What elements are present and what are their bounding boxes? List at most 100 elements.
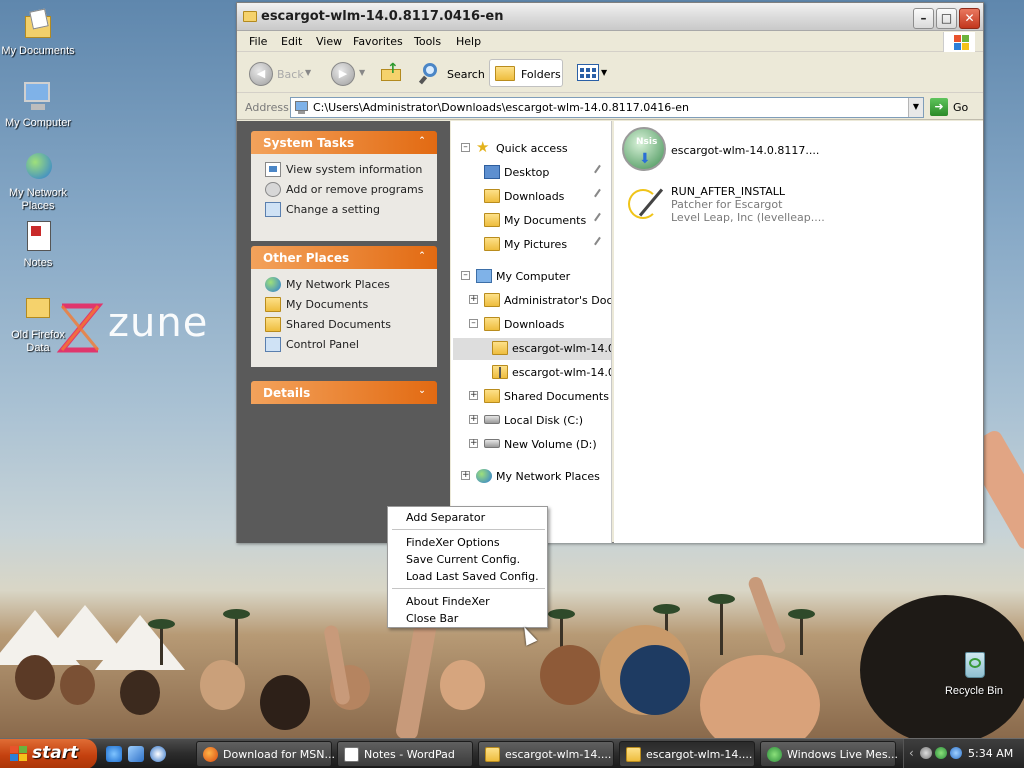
- tray-expand-icon[interactable]: ‹: [909, 746, 914, 760]
- desktop-icon-notes[interactable]: Notes: [0, 220, 78, 270]
- menu-item-findexer-options[interactable]: FindeXer Options: [406, 536, 500, 549]
- menu-favorites[interactable]: Favorites: [353, 35, 403, 48]
- task-view-system-information[interactable]: View system information: [265, 160, 429, 180]
- internet-explorer-icon[interactable]: [106, 746, 122, 762]
- expand-toggle-icon[interactable]: +: [469, 295, 478, 304]
- address-field[interactable]: C:\Users\Administrator\Downloads\escargo…: [290, 97, 924, 118]
- minimize-button[interactable]: –: [913, 8, 934, 29]
- folder-tree[interactable]: – ★ Quick access Desktop Downloads My Do…: [451, 121, 612, 543]
- place-shared-documents[interactable]: Shared Documents: [265, 315, 429, 335]
- zune-logo: zune: [56, 300, 226, 360]
- desktop-icon-old-firefox-data[interactable]: Old Firefox Data: [0, 292, 78, 355]
- address-dropdown-icon[interactable]: ▼: [908, 98, 923, 117]
- forward-button[interactable]: ▶ ▼: [329, 59, 369, 87]
- tree-item-my-documents[interactable]: My Documents: [451, 210, 611, 232]
- folder-icon: [626, 747, 641, 762]
- tree-item-escargot-folder-selected[interactable]: escargot-wlm-14.0.8: [453, 338, 611, 360]
- collapse-toggle-icon[interactable]: –: [469, 319, 478, 328]
- expand-chevron-icon[interactable]: ⌄: [415, 385, 429, 399]
- expand-toggle-icon[interactable]: +: [461, 471, 470, 480]
- address-label: Address: [245, 101, 289, 114]
- menu-file[interactable]: File: [249, 35, 267, 48]
- tree-item-new-volume-d[interactable]: + New Volume (D:): [451, 434, 611, 456]
- folder-open-icon: [484, 317, 500, 331]
- desktop-icon-my-computer[interactable]: My Computer: [0, 80, 78, 130]
- network-tray-icon[interactable]: [950, 747, 962, 759]
- desktop-icon-my-documents[interactable]: My Documents: [0, 8, 78, 58]
- task-change-setting[interactable]: Change a setting: [265, 200, 429, 220]
- place-my-documents[interactable]: My Documents: [265, 295, 429, 315]
- tree-item-shared-documents[interactable]: + Shared Documents: [451, 386, 611, 408]
- search-button[interactable]: Search: [417, 59, 485, 87]
- maximize-button[interactable]: □: [936, 8, 957, 29]
- search-icon: [418, 62, 441, 85]
- collapse-chevron-icon[interactable]: ⌃: [415, 250, 429, 264]
- menu-item-about-findexer[interactable]: About FindeXer: [406, 595, 490, 608]
- task-escargot-folder-1[interactable]: escargot-wlm-14....: [478, 741, 614, 767]
- tree-item-administrators-documents[interactable]: + Administrator's Docum: [451, 290, 611, 312]
- computer-icon: [476, 269, 492, 283]
- outlook-express-icon[interactable]: [128, 746, 144, 762]
- expand-toggle-icon[interactable]: +: [469, 439, 478, 448]
- start-button[interactable]: start: [0, 739, 97, 768]
- views-button[interactable]: ▼: [575, 59, 609, 87]
- collapse-toggle-icon[interactable]: –: [461, 143, 470, 152]
- tree-item-my-pictures[interactable]: My Pictures: [451, 234, 611, 256]
- tree-item-my-network-places[interactable]: + My Network Places: [451, 466, 611, 488]
- tree-item-local-disk-c[interactable]: + Local Disk (C:): [451, 410, 611, 432]
- hard-drive-icon: [484, 439, 500, 448]
- file-item-run-after-install[interactable]: RUN_AFTER_INSTALL Patcher for Escargot L…: [620, 179, 920, 229]
- explorer-window[interactable]: escargot-wlm-14.0.8117.0416-en – □ ✕ Fil…: [236, 2, 984, 543]
- menu-item-save-config[interactable]: Save Current Config.: [406, 553, 520, 566]
- findexer-context-menu: Add Separator FindeXer Options Save Curr…: [387, 506, 548, 628]
- volume-icon[interactable]: [920, 747, 932, 759]
- menu-view[interactable]: View: [316, 35, 342, 48]
- collapse-chevron-icon[interactable]: ⌃: [415, 135, 429, 149]
- menu-item-load-config[interactable]: Load Last Saved Config.: [406, 570, 539, 583]
- task-windows-live-messenger[interactable]: Windows Live Mes...: [760, 741, 898, 767]
- tree-item-downloads[interactable]: – Downloads: [451, 314, 611, 336]
- title-bar[interactable]: escargot-wlm-14.0.8117.0416-en – □ ✕: [237, 3, 983, 31]
- tree-item-quick-access[interactable]: – ★ Quick access: [451, 138, 611, 160]
- control-panel-icon: [265, 202, 281, 217]
- clock[interactable]: 5:34 AM: [968, 747, 1013, 760]
- up-folder-button[interactable]: ↑: [379, 59, 405, 87]
- task-add-remove-programs[interactable]: Add or remove programs: [265, 180, 429, 200]
- tree-item-downloads-qa[interactable]: Downloads: [451, 186, 611, 208]
- tree-item-my-computer[interactable]: – My Computer: [451, 266, 611, 288]
- menu-item-close-bar[interactable]: Close Bar: [406, 612, 458, 625]
- desktop-icon-my-network-places[interactable]: My Network Places: [0, 150, 78, 213]
- go-button[interactable]: ➜ Go: [930, 97, 980, 118]
- folders-button[interactable]: Folders: [489, 59, 563, 87]
- place-control-panel[interactable]: Control Panel: [265, 335, 429, 355]
- folder-icon: [265, 317, 281, 332]
- menu-edit[interactable]: Edit: [281, 35, 302, 48]
- expand-toggle-icon[interactable]: +: [469, 415, 478, 424]
- tree-item-escargot-zip[interactable]: escargot-wlm-14.0.8: [451, 362, 611, 384]
- system-tasks-header[interactable]: System Tasks ⌃: [251, 131, 437, 154]
- desktop-icon-recycle-bin[interactable]: Recycle Bin: [934, 648, 1014, 698]
- menu-help[interactable]: Help: [456, 35, 481, 48]
- expand-toggle-icon[interactable]: +: [469, 391, 478, 400]
- close-button[interactable]: ✕: [959, 8, 980, 29]
- task-download-for-msn[interactable]: Download for MSN...: [196, 741, 335, 767]
- tree-item-desktop[interactable]: Desktop: [451, 162, 611, 184]
- network-globe-icon: [21, 150, 55, 184]
- zip-folder-icon: [485, 747, 500, 762]
- menu-tools[interactable]: Tools: [414, 35, 441, 48]
- collapse-toggle-icon[interactable]: –: [461, 271, 470, 280]
- task-notes-wordpad[interactable]: Notes - WordPad: [337, 741, 473, 767]
- media-player-icon[interactable]: [150, 746, 166, 762]
- messenger-tray-icon[interactable]: [935, 747, 947, 759]
- file-item-escargot-installer[interactable]: Nsis ⬇ escargot-wlm-14.0.8117....: [620, 127, 920, 177]
- system-information-icon: [265, 162, 281, 177]
- other-places-header[interactable]: Other Places ⌃: [251, 246, 437, 269]
- back-button[interactable]: ◀ Back ▼: [247, 59, 315, 87]
- details-header[interactable]: Details ⌄: [251, 381, 437, 404]
- folder-open-icon: [492, 341, 508, 355]
- zune-wordmark: zune: [108, 300, 209, 346]
- place-my-network-places[interactable]: My Network Places: [265, 275, 429, 295]
- task-escargot-folder-2[interactable]: escargot-wlm-14....: [619, 741, 755, 767]
- file-list[interactable]: Nsis ⬇ escargot-wlm-14.0.8117.... RUN_AF…: [614, 121, 983, 543]
- menu-item-add-separator[interactable]: Add Separator: [406, 511, 485, 524]
